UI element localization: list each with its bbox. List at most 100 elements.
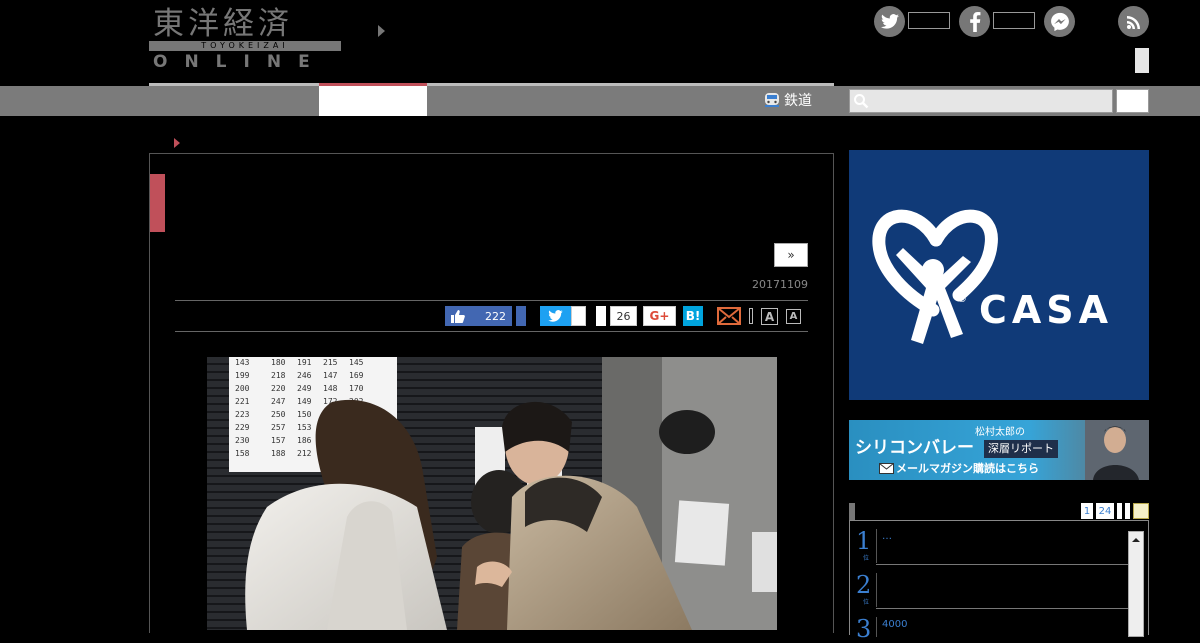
board-number: 188 [271,449,286,458]
search-input[interactable] [849,89,1113,113]
train-icon [765,93,779,107]
board-number: 147 [323,371,338,380]
thumbs-up-icon [451,309,465,323]
rank-1-number: 1 [856,527,872,555]
rank-3-badge: 3 [856,617,876,641]
next-page-button[interactable]: » [774,243,808,267]
rank-1-divider [876,529,877,563]
silicon-ad-title: シリコンバレー [855,438,974,458]
rank-2-badge: 2 位 [856,573,876,606]
logo-kanji: 東洋経済 [153,6,293,42]
photo-scene: 143 180 191 215 145 199 218 246 147 169 200 220 249 1… [207,357,777,630]
nav-tab-active[interactable] [319,83,427,116]
twitter-bird-icon [548,310,563,322]
line-count: 26 [610,306,637,326]
board-number: 150 [297,410,312,419]
ranking-tab-5[interactable] [1133,503,1149,519]
rank-2-divider [876,573,877,607]
twitter-icon[interactable] [874,6,905,37]
rank-3-title[interactable]: 4000 [882,619,907,630]
casa-logo-text: CASA [979,288,1114,332]
board-number: 186 [297,436,312,445]
tweet-button[interactable] [540,306,571,326]
board-number: 170 [349,384,364,393]
board-number: 199 [235,371,250,380]
nav-item-rail[interactable]: 鉄道 [763,90,812,110]
board-number: 257 [271,423,286,432]
board-number: 145 [349,358,364,367]
rank-1-badge: 1 位 [856,529,876,562]
site-logo[interactable]: 東洋経済 TOYOKEIZAI ONLINE [149,6,341,72]
board-number: 149 [297,397,312,406]
board-number: 169 [349,371,364,380]
rank-3-number: 3 [856,615,872,643]
facebook-like-button[interactable]: 222 [445,306,512,326]
rank-row-separator [876,608,1128,609]
rss-icon[interactable] [1118,6,1149,37]
board-number: 249 [297,384,312,393]
silicon-ad-cta: メールマガジン購読はこちら [896,462,1039,475]
board-number: 215 [323,358,338,367]
mail-icon[interactable] [717,307,741,325]
logo-online: ONLINE [153,52,327,72]
menu-toggle[interactable] [1135,48,1149,73]
ranking-tab-3[interactable] [1117,503,1122,519]
casa-registered-mark: ® [957,294,967,305]
tweet-count-bubble [571,306,586,326]
divider-top [175,300,808,301]
envelope-icon [879,463,894,474]
board-number: 180 [271,358,286,367]
board-number: 158 [235,449,250,458]
search-icon [854,94,869,109]
board-number: 143 [235,358,250,367]
facebook-count-box [993,12,1035,29]
board-number: 218 [271,371,286,380]
board-number: 247 [271,397,286,406]
caret-right-icon[interactable] [378,25,385,37]
rank-row-separator [876,564,1128,565]
ranking-tab-1[interactable]: 1 [1081,503,1093,519]
silicon-ad-badge: 深層リポート [984,440,1058,458]
board-number: 148 [323,384,338,393]
article-date: 20171109 [752,278,808,291]
ranking-scrollbar[interactable] [1128,531,1144,637]
like-count: 222 [485,309,506,323]
casa-ad-banner[interactable]: ® CASA [849,150,1149,400]
breadcrumb-arrow-icon [174,138,180,148]
article-photo: 143 180 191 215 145 199 218 246 147 169 200 220 249 1… [207,357,777,630]
google-plus-button[interactable]: G+ [643,306,676,326]
board-number: 250 [271,410,286,419]
ranking-tab-4[interactable] [1125,503,1130,519]
divider-bottom [175,331,808,332]
board-number: 212 [297,449,312,458]
font-large-button[interactable]: A [761,308,778,325]
search-button[interactable] [1116,89,1149,113]
ranking-panel: 1 位 … 2 位 3 4000 [849,520,1149,641]
facebook-share-button[interactable] [516,306,526,326]
board-number: 221 [235,397,250,406]
hatena-bookmark-button[interactable]: B! [683,306,703,326]
messenger-icon[interactable] [1044,6,1075,37]
board-number: 220 [271,384,286,393]
ranking-tab-bar: 1 24 [849,503,1149,520]
rank-2-number: 2 [856,571,872,599]
scroll-up-icon[interactable] [1129,533,1143,547]
silicon-valley-ad-banner[interactable]: 松村太郎の シリコンバレー 深層リポート メールマガジン購読はこちら [849,420,1149,480]
board-number: 157 [271,436,286,445]
board-number: 223 [235,410,250,419]
twitter-count-box [908,12,950,29]
ranking-header-mark [849,503,855,520]
line-share-button[interactable] [596,306,606,326]
logo-romaji: TOYOKEIZAI [201,41,289,50]
board-number: 246 [297,371,312,380]
facebook-icon[interactable] [959,6,990,37]
font-small-button[interactable]: A [786,309,801,324]
print-button[interactable] [749,308,753,324]
board-number: 153 [297,423,312,432]
nav-top-line [149,83,834,86]
rank-1-title[interactable]: … [882,531,892,542]
ranking-tab-24[interactable]: 24 [1096,503,1114,519]
nav-rail-label: 鉄道 [784,93,812,109]
rank-3-divider [876,617,877,637]
silicon-ad-line1: 松村太郎の [975,427,1025,438]
